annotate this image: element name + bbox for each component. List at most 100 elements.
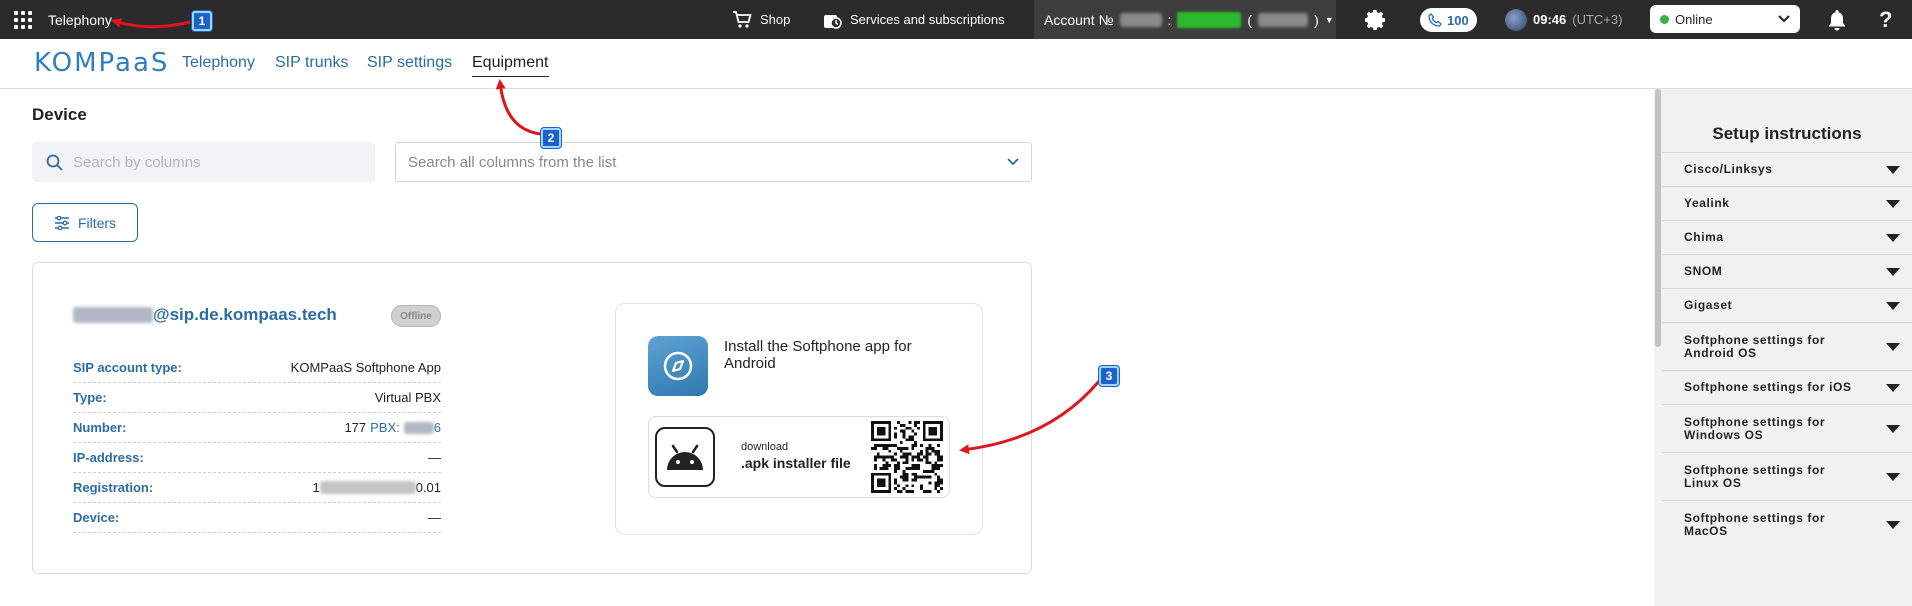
- page-title: Device: [32, 105, 87, 124]
- instruction-label: Softphone settings for Linux OS: [1684, 462, 1826, 490]
- instruction-item-windows[interactable]: Softphone settings for Windows OS: [1662, 404, 1912, 452]
- table-row: Registration: 1 0.01: [73, 473, 441, 503]
- apps-grid-icon[interactable]: [10, 0, 36, 39]
- caret-down-icon: [1886, 472, 1900, 481]
- clock: 09:46 (UTC+3): [1505, 0, 1622, 39]
- compass-icon: [648, 336, 708, 396]
- instruction-item-linux[interactable]: Softphone settings for Linux OS: [1662, 452, 1912, 500]
- tab-equipment[interactable]: Equipment: [472, 54, 549, 77]
- apk-download-link[interactable]: download .apk installer file: [648, 416, 950, 498]
- caret-down-icon: [1886, 267, 1900, 276]
- instruction-label: Softphone settings for iOS: [1684, 380, 1852, 394]
- number-value: 177: [344, 420, 367, 435]
- sliders-icon: [54, 215, 69, 230]
- phone-icon: [1428, 13, 1442, 27]
- search-icon: [46, 154, 63, 171]
- registration-suffix: 0.01: [415, 480, 441, 495]
- calls-counter[interactable]: 100: [1420, 8, 1477, 32]
- services-icon: [824, 14, 842, 29]
- account-prefix: Account №: [1044, 11, 1114, 28]
- status-select[interactable]: Online: [1650, 5, 1800, 33]
- timezone: (UTC+3): [1572, 12, 1623, 27]
- instruction-label: Softphone settings for MacOS: [1684, 510, 1826, 538]
- scrollbar-thumb[interactable]: [1655, 89, 1661, 347]
- search-field[interactable]: [32, 142, 375, 182]
- app-title[interactable]: Telephony: [48, 0, 112, 39]
- prop-value: Virtual PBX: [374, 390, 441, 405]
- instruction-item-cisco[interactable]: Cisco/Linksys: [1662, 152, 1912, 186]
- annotation-badge-2: 2: [541, 128, 561, 148]
- setup-instructions-title: Setup instructions: [1712, 124, 1862, 143]
- sip-address[interactable]: @sip.de.kompaas.tech: [73, 305, 337, 325]
- services-link[interactable]: Services and subscriptions: [822, 0, 1005, 39]
- prop-label: SIP account type:: [73, 360, 182, 375]
- prop-value: KOMPaaS Softphone App: [290, 360, 441, 375]
- prop-label: Type:: [73, 390, 107, 405]
- filters-label: Filters: [77, 214, 117, 231]
- column-select-value: Search all columns from the list: [408, 153, 617, 171]
- tab-sip-settings[interactable]: SIP settings: [367, 54, 452, 76]
- annotation-arrow-2: [495, 79, 542, 136]
- account-paren-open: (: [1247, 11, 1253, 28]
- prop-label: Registration:: [73, 480, 154, 495]
- caret-down-icon: [1886, 383, 1900, 392]
- table-row: Number: 177 PBX: 6: [73, 413, 441, 443]
- download-label: download: [741, 441, 789, 453]
- prop-value: —: [428, 510, 441, 525]
- install-title: Install the Softphone app for Android: [724, 338, 912, 372]
- pbx-id-redacted: [403, 421, 434, 434]
- search-input[interactable]: [73, 153, 353, 171]
- account-balance-redacted: [1177, 11, 1242, 28]
- calls-count: 100: [1447, 12, 1469, 28]
- instruction-item-chima[interactable]: Chima: [1662, 220, 1912, 254]
- instruction-label: Gigaset: [1684, 298, 1733, 312]
- instruction-label: Yealink: [1684, 196, 1730, 210]
- caret-down-icon: [1886, 165, 1900, 174]
- caret-down-icon: [1886, 342, 1900, 351]
- prop-value-number: 177 PBX: 6: [344, 420, 441, 435]
- instruction-item-android[interactable]: Softphone settings for Android OS: [1662, 322, 1912, 370]
- status-value: Online: [1675, 11, 1713, 27]
- shop-link[interactable]: Shop: [732, 0, 790, 39]
- instruction-item-snom[interactable]: SNOM: [1662, 254, 1912, 288]
- status-dot-icon: [1660, 14, 1669, 24]
- help-icon[interactable]: ?: [1879, 0, 1892, 39]
- table-row: Device: —: [73, 503, 441, 533]
- instruction-item-gigaset[interactable]: Gigaset: [1662, 288, 1912, 322]
- sip-domain: @sip.de.kompaas.tech: [153, 305, 337, 324]
- chevron-down-icon: ▼: [1324, 14, 1334, 25]
- android-icon: [655, 427, 715, 487]
- device-card: @sip.de.kompaas.tech Offline SIP account…: [32, 262, 1032, 574]
- status-badge: Offline: [391, 305, 441, 327]
- registration-redacted: [319, 481, 416, 494]
- filters-button[interactable]: Filters: [32, 203, 138, 242]
- kompaas-logo[interactable]: KOMPaaS: [34, 48, 169, 78]
- prop-label: IP-address:: [73, 450, 144, 465]
- caret-down-icon: [1886, 199, 1900, 208]
- account-name-redacted: [1258, 12, 1309, 27]
- instruction-item-yealink[interactable]: Yealink: [1662, 186, 1912, 220]
- bell-icon[interactable]: [1827, 0, 1847, 39]
- instruction-label: Softphone settings for Android OS: [1684, 332, 1826, 360]
- gear-icon[interactable]: [1364, 0, 1388, 39]
- tab-sip-trunks[interactable]: SIP trunks: [275, 54, 349, 76]
- account-selector[interactable]: Account № : ( ) ▼: [1034, 0, 1336, 39]
- time-value: 09:46: [1533, 12, 1567, 27]
- device-properties: SIP account type: KOMPaaS Softphone App …: [73, 353, 441, 533]
- tab-telephony[interactable]: Telephony: [182, 54, 255, 76]
- instruction-label: Chima: [1684, 230, 1724, 244]
- pbx-suffix[interactable]: 6: [434, 420, 441, 435]
- pbx-link[interactable]: PBX:: [370, 420, 400, 435]
- chevron-down-icon: [1778, 15, 1790, 23]
- sub-navigation: KOMPaaS Telephony SIP trunks SIP setting…: [0, 39, 1912, 89]
- instruction-item-macos[interactable]: Softphone settings for MacOS: [1662, 500, 1912, 548]
- top-bar: Telephony Shop Services and subscription…: [0, 0, 1912, 39]
- qr-code-icon[interactable]: [871, 421, 943, 493]
- column-select[interactable]: Search all columns from the list: [395, 142, 1032, 182]
- cart-icon: [733, 10, 752, 28]
- shop-label: Shop: [760, 12, 791, 27]
- registration-prefix: 1: [312, 480, 320, 495]
- avatar[interactable]: [1505, 8, 1527, 31]
- account-paren-close: ): [1314, 11, 1319, 28]
- instruction-item-ios[interactable]: Softphone settings for iOS: [1662, 370, 1912, 404]
